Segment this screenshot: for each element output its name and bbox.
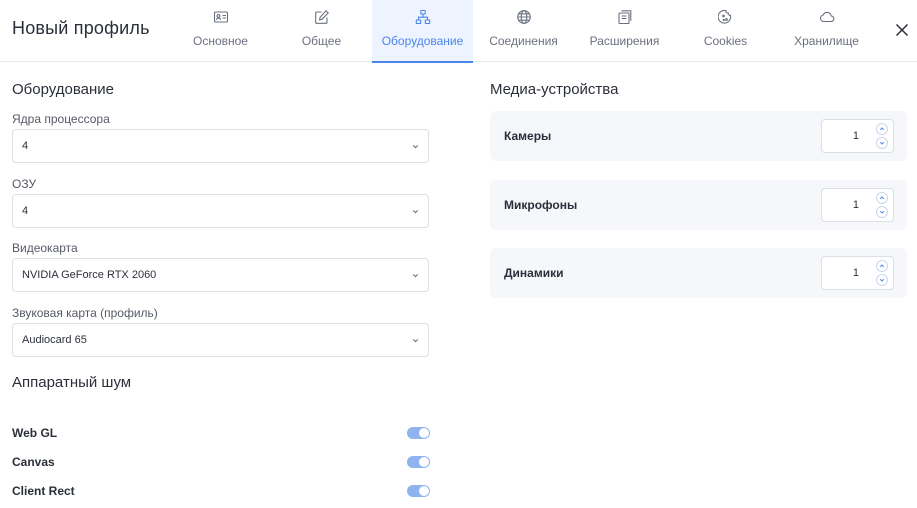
cameras-label: Камеры [504, 129, 552, 143]
toggle-knob [419, 486, 429, 496]
close-icon[interactable] [892, 20, 912, 40]
tab-extensions[interactable]: Расширения [574, 0, 675, 62]
toggle-row-webgl: Web GL [12, 425, 430, 441]
gpu-value: NVIDIA GeForce RTX 2060 [22, 269, 157, 281]
decrement-button[interactable] [876, 206, 888, 218]
page-title: Новый профиль [12, 18, 150, 38]
chevron-up-icon [879, 196, 885, 200]
extension-icon [617, 10, 631, 25]
chevron-down-icon [879, 210, 885, 214]
cpu-cores-select[interactable]: 4 [12, 129, 429, 163]
decrement-button[interactable] [876, 137, 888, 149]
chevron-down-icon [412, 274, 419, 278]
hardware-section-title: Оборудование [12, 81, 115, 98]
tab-label: Cookies [703, 34, 748, 48]
media-card-speakers: Динамики 1 [490, 248, 907, 298]
tab-hardware[interactable]: Оборудование [372, 0, 473, 63]
cameras-value[interactable]: 1 [853, 130, 859, 142]
chevron-down-icon [412, 145, 419, 149]
media-section-title: Медиа-устройства [490, 81, 619, 98]
microphones-value[interactable]: 1 [853, 199, 859, 211]
tab-general[interactable]: Общее [271, 0, 372, 62]
ram-value: 4 [22, 205, 29, 217]
client-rect-toggle[interactable] [407, 485, 430, 497]
gpu-label: Видеокарта [12, 241, 78, 255]
tab-label: Основное [193, 34, 248, 48]
tab-label: Оборудование [381, 34, 464, 48]
speakers-stepper[interactable]: 1 [821, 256, 894, 290]
chevron-down-icon [412, 339, 419, 343]
tab-label: Расширения [589, 34, 660, 48]
gpu-select[interactable]: NVIDIA GeForce RTX 2060 [12, 258, 429, 292]
chevron-down-icon [879, 278, 885, 282]
cookie-icon [717, 9, 731, 24]
hierarchy-icon [415, 9, 430, 25]
speakers-label: Динамики [504, 266, 564, 280]
chevron-up-icon [879, 127, 885, 131]
tab-connections[interactable]: Соединения [473, 0, 574, 62]
toggle-row-client-rect: Client Rect [12, 483, 430, 499]
globe-icon [516, 10, 531, 24]
increment-button[interactable] [876, 123, 888, 135]
tab-label: Соединения [489, 34, 558, 48]
cpu-cores-value: 4 [22, 140, 29, 152]
tab-bar: Основное Общее Оборудование Соединения Р… [170, 0, 877, 63]
ram-select[interactable]: 4 [12, 194, 429, 228]
increment-button[interactable] [876, 192, 888, 204]
header: Новый профиль Основное Общее Оборудовани… [0, 0, 917, 63]
speakers-value[interactable]: 1 [853, 267, 859, 279]
tab-storage[interactable]: Хранилище [776, 0, 877, 62]
increment-button[interactable] [876, 260, 888, 272]
ram-label: ОЗУ [12, 177, 37, 191]
toggle-row-canvas: Canvas [12, 454, 430, 470]
soundcard-label: Звуковая карта (профиль) [12, 306, 158, 320]
tab-label: Общее [301, 34, 342, 48]
tab-cookies[interactable]: Cookies [675, 0, 776, 62]
media-card-microphones: Микрофоны 1 [490, 180, 907, 230]
canvas-label: Canvas [12, 455, 55, 469]
soundcard-select[interactable]: Audiocard 65 [12, 323, 429, 357]
tab-label: Хранилище [794, 34, 859, 48]
toggle-knob [419, 457, 429, 467]
webgl-label: Web GL [12, 426, 58, 440]
webgl-toggle[interactable] [407, 427, 430, 439]
noise-section-title: Аппаратный шум [12, 374, 132, 391]
cpu-cores-label: Ядра процессора [12, 112, 110, 126]
canvas-toggle[interactable] [407, 456, 430, 468]
microphones-label: Микрофоны [504, 198, 578, 212]
chevron-up-icon [879, 264, 885, 268]
chevron-down-icon [412, 210, 419, 214]
soundcard-value: Audiocard 65 [22, 334, 87, 346]
chevron-down-icon [879, 141, 885, 145]
tab-basic[interactable]: Основное [170, 0, 271, 62]
cloud-icon [819, 11, 834, 23]
media-card-cameras: Камеры 1 [490, 111, 907, 161]
edit-icon [314, 10, 329, 24]
client-rect-label: Client Rect [12, 484, 75, 498]
decrement-button[interactable] [876, 274, 888, 286]
id-card-icon [213, 11, 228, 23]
toggle-knob [419, 428, 429, 438]
microphones-stepper[interactable]: 1 [821, 188, 894, 222]
cameras-stepper[interactable]: 1 [821, 119, 894, 153]
